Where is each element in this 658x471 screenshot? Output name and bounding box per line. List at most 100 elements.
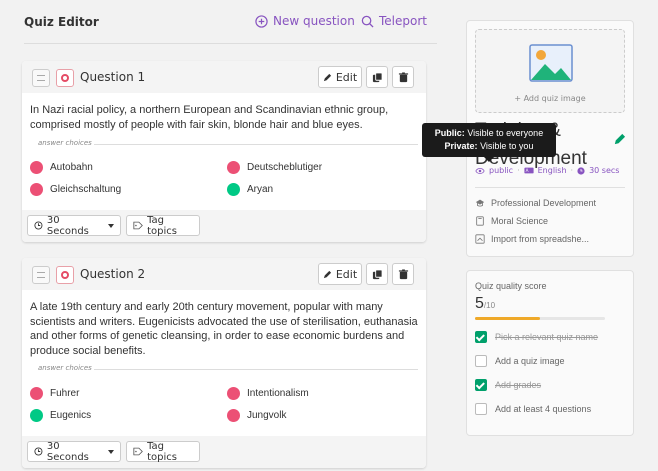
checkbox-unchecked-icon xyxy=(475,403,487,415)
tag-topics-label: Tag topics xyxy=(147,214,177,237)
import-text: Import from spreadshe... xyxy=(491,234,590,244)
header-divider xyxy=(24,43,437,44)
tooltip-public-text: Visible to everyone xyxy=(467,128,544,138)
checklist-text: Add at least 4 questions xyxy=(495,404,592,414)
edit-label: Edit xyxy=(335,267,358,281)
answer-choices-divider: answer choices xyxy=(30,139,418,149)
graduation-cap-icon xyxy=(475,199,485,207)
teleport-label: Teleport xyxy=(379,14,427,28)
trash-icon xyxy=(398,71,408,82)
multiple-choice-icon xyxy=(56,266,74,284)
checklist-item[interactable]: Add at least 4 questions xyxy=(475,403,591,415)
sidebar-divider xyxy=(475,187,625,188)
answer-choice: Aryan xyxy=(227,183,273,196)
answer-choice: Fuhrer xyxy=(30,387,79,400)
visibility-toggle[interactable]: public xyxy=(489,166,513,175)
incorrect-dot-icon xyxy=(30,161,43,174)
tooltip-public-label: Public: xyxy=(434,128,465,138)
quality-score-value: 5/10 xyxy=(475,295,495,313)
question-label: Question 1 xyxy=(80,70,146,84)
edit-title-pencil-icon[interactable] xyxy=(613,133,626,146)
quiz-meta: public · A English · 30 secs xyxy=(475,166,619,175)
pencil-icon xyxy=(323,73,331,81)
time-value: 30 Seconds xyxy=(46,440,89,463)
copy-icon xyxy=(372,71,383,82)
time-value: 30 Seconds xyxy=(46,214,89,237)
question-label: Question 2 xyxy=(80,267,146,281)
answer-text: Deutscheblutiger xyxy=(247,162,323,173)
subject-text: Moral Science xyxy=(491,216,549,226)
answer-text: Intentionalism xyxy=(247,388,309,399)
checklist-item[interactable]: Add a quiz image xyxy=(475,355,565,367)
search-icon xyxy=(361,15,374,28)
answer-choice: Deutscheblutiger xyxy=(227,161,322,174)
checklist-text: Pick a relevant quiz name xyxy=(495,332,599,342)
tag-topics-button[interactable]: Tag topics xyxy=(126,440,200,463)
answer-choices-divider: answer choices xyxy=(30,364,418,374)
visibility-tooltip: Public: Visible to everyone Private: Vis… xyxy=(422,123,556,162)
time-setting[interactable]: 30 secs xyxy=(589,166,619,175)
tag-topics-button[interactable]: Tag topics xyxy=(126,214,200,237)
time-select[interactable]: 30 Seconds xyxy=(27,214,121,237)
tag-icon xyxy=(133,221,143,230)
eye-icon xyxy=(475,167,485,174)
grade-text: Professional Development xyxy=(491,198,597,208)
tooltip-private-text: Visible to you xyxy=(480,141,534,151)
answer-text: Gleichschaltung xyxy=(50,184,122,195)
incorrect-dot-icon xyxy=(227,409,240,422)
answer-text: Eugenics xyxy=(50,410,92,421)
checklist-item[interactable]: Add grades xyxy=(475,379,541,391)
answer-text: Fuhrer xyxy=(50,388,80,399)
checklist-text: Add a quiz image xyxy=(495,356,565,366)
drag-handle-icon[interactable] xyxy=(32,266,50,284)
checklist-item[interactable]: Pick a relevant quiz name xyxy=(475,331,598,343)
drag-handle-icon[interactable] xyxy=(32,69,50,87)
answer-choices-label: answer choices xyxy=(38,364,92,372)
score-number: 5 xyxy=(475,295,484,312)
incorrect-dot-icon xyxy=(227,161,240,174)
clock-icon xyxy=(34,221,43,230)
tag-topics-label: Tag topics xyxy=(147,440,177,463)
edit-button[interactable]: Edit xyxy=(318,66,362,88)
score-max: /10 xyxy=(483,301,496,310)
quality-score-label: Quiz quality score xyxy=(475,281,547,291)
book-icon xyxy=(476,216,484,226)
question-footer: 30 Seconds Tag topics xyxy=(22,210,426,242)
clock-icon xyxy=(34,447,43,456)
answer-text: Jungvolk xyxy=(247,410,287,421)
add-image-label: + Add quiz image xyxy=(514,94,586,103)
delete-button[interactable] xyxy=(392,66,414,88)
tag-icon xyxy=(133,447,143,456)
delete-button[interactable] xyxy=(392,263,414,285)
checklist-text: Add grades xyxy=(495,380,542,390)
incorrect-dot-icon xyxy=(30,387,43,400)
time-select[interactable]: 30 Seconds xyxy=(27,440,121,463)
teleport-button[interactable]: Teleport xyxy=(361,14,427,28)
add-quiz-image-button[interactable]: + Add quiz image xyxy=(475,29,625,113)
editor-header: Quiz Editor New question Teleport xyxy=(0,0,440,44)
duplicate-button[interactable] xyxy=(366,263,388,285)
grade-detail[interactable]: Professional Development xyxy=(475,198,596,208)
subject-detail[interactable]: Moral Science xyxy=(475,216,548,226)
trash-icon xyxy=(398,268,408,279)
checkbox-checked-icon xyxy=(475,379,487,391)
chevron-down-icon xyxy=(108,449,114,454)
answer-choice: Autobahn xyxy=(30,161,93,174)
answer-choice: Eugenics xyxy=(30,409,91,422)
answer-choice: Gleichschaltung xyxy=(30,183,121,196)
checkbox-unchecked-icon xyxy=(475,355,487,367)
clock-icon xyxy=(577,166,585,175)
checkbox-checked-icon xyxy=(475,331,487,343)
answer-choice: Intentionalism xyxy=(227,387,309,400)
duplicate-button[interactable] xyxy=(366,66,388,88)
new-question-button[interactable]: New question xyxy=(255,14,355,28)
question-card: Question 1 Edit In Nazi racial policy, a… xyxy=(22,61,426,242)
new-question-label: New question xyxy=(273,14,355,28)
incorrect-dot-icon xyxy=(227,387,240,400)
correct-dot-icon xyxy=(30,409,43,422)
incorrect-dot-icon xyxy=(30,183,43,196)
chevron-down-icon xyxy=(108,223,114,228)
edit-button[interactable]: Edit xyxy=(318,263,362,285)
import-spreadsheet-link[interactable]: Import from spreadshe... xyxy=(475,234,589,244)
language-select[interactable]: English xyxy=(538,166,567,175)
